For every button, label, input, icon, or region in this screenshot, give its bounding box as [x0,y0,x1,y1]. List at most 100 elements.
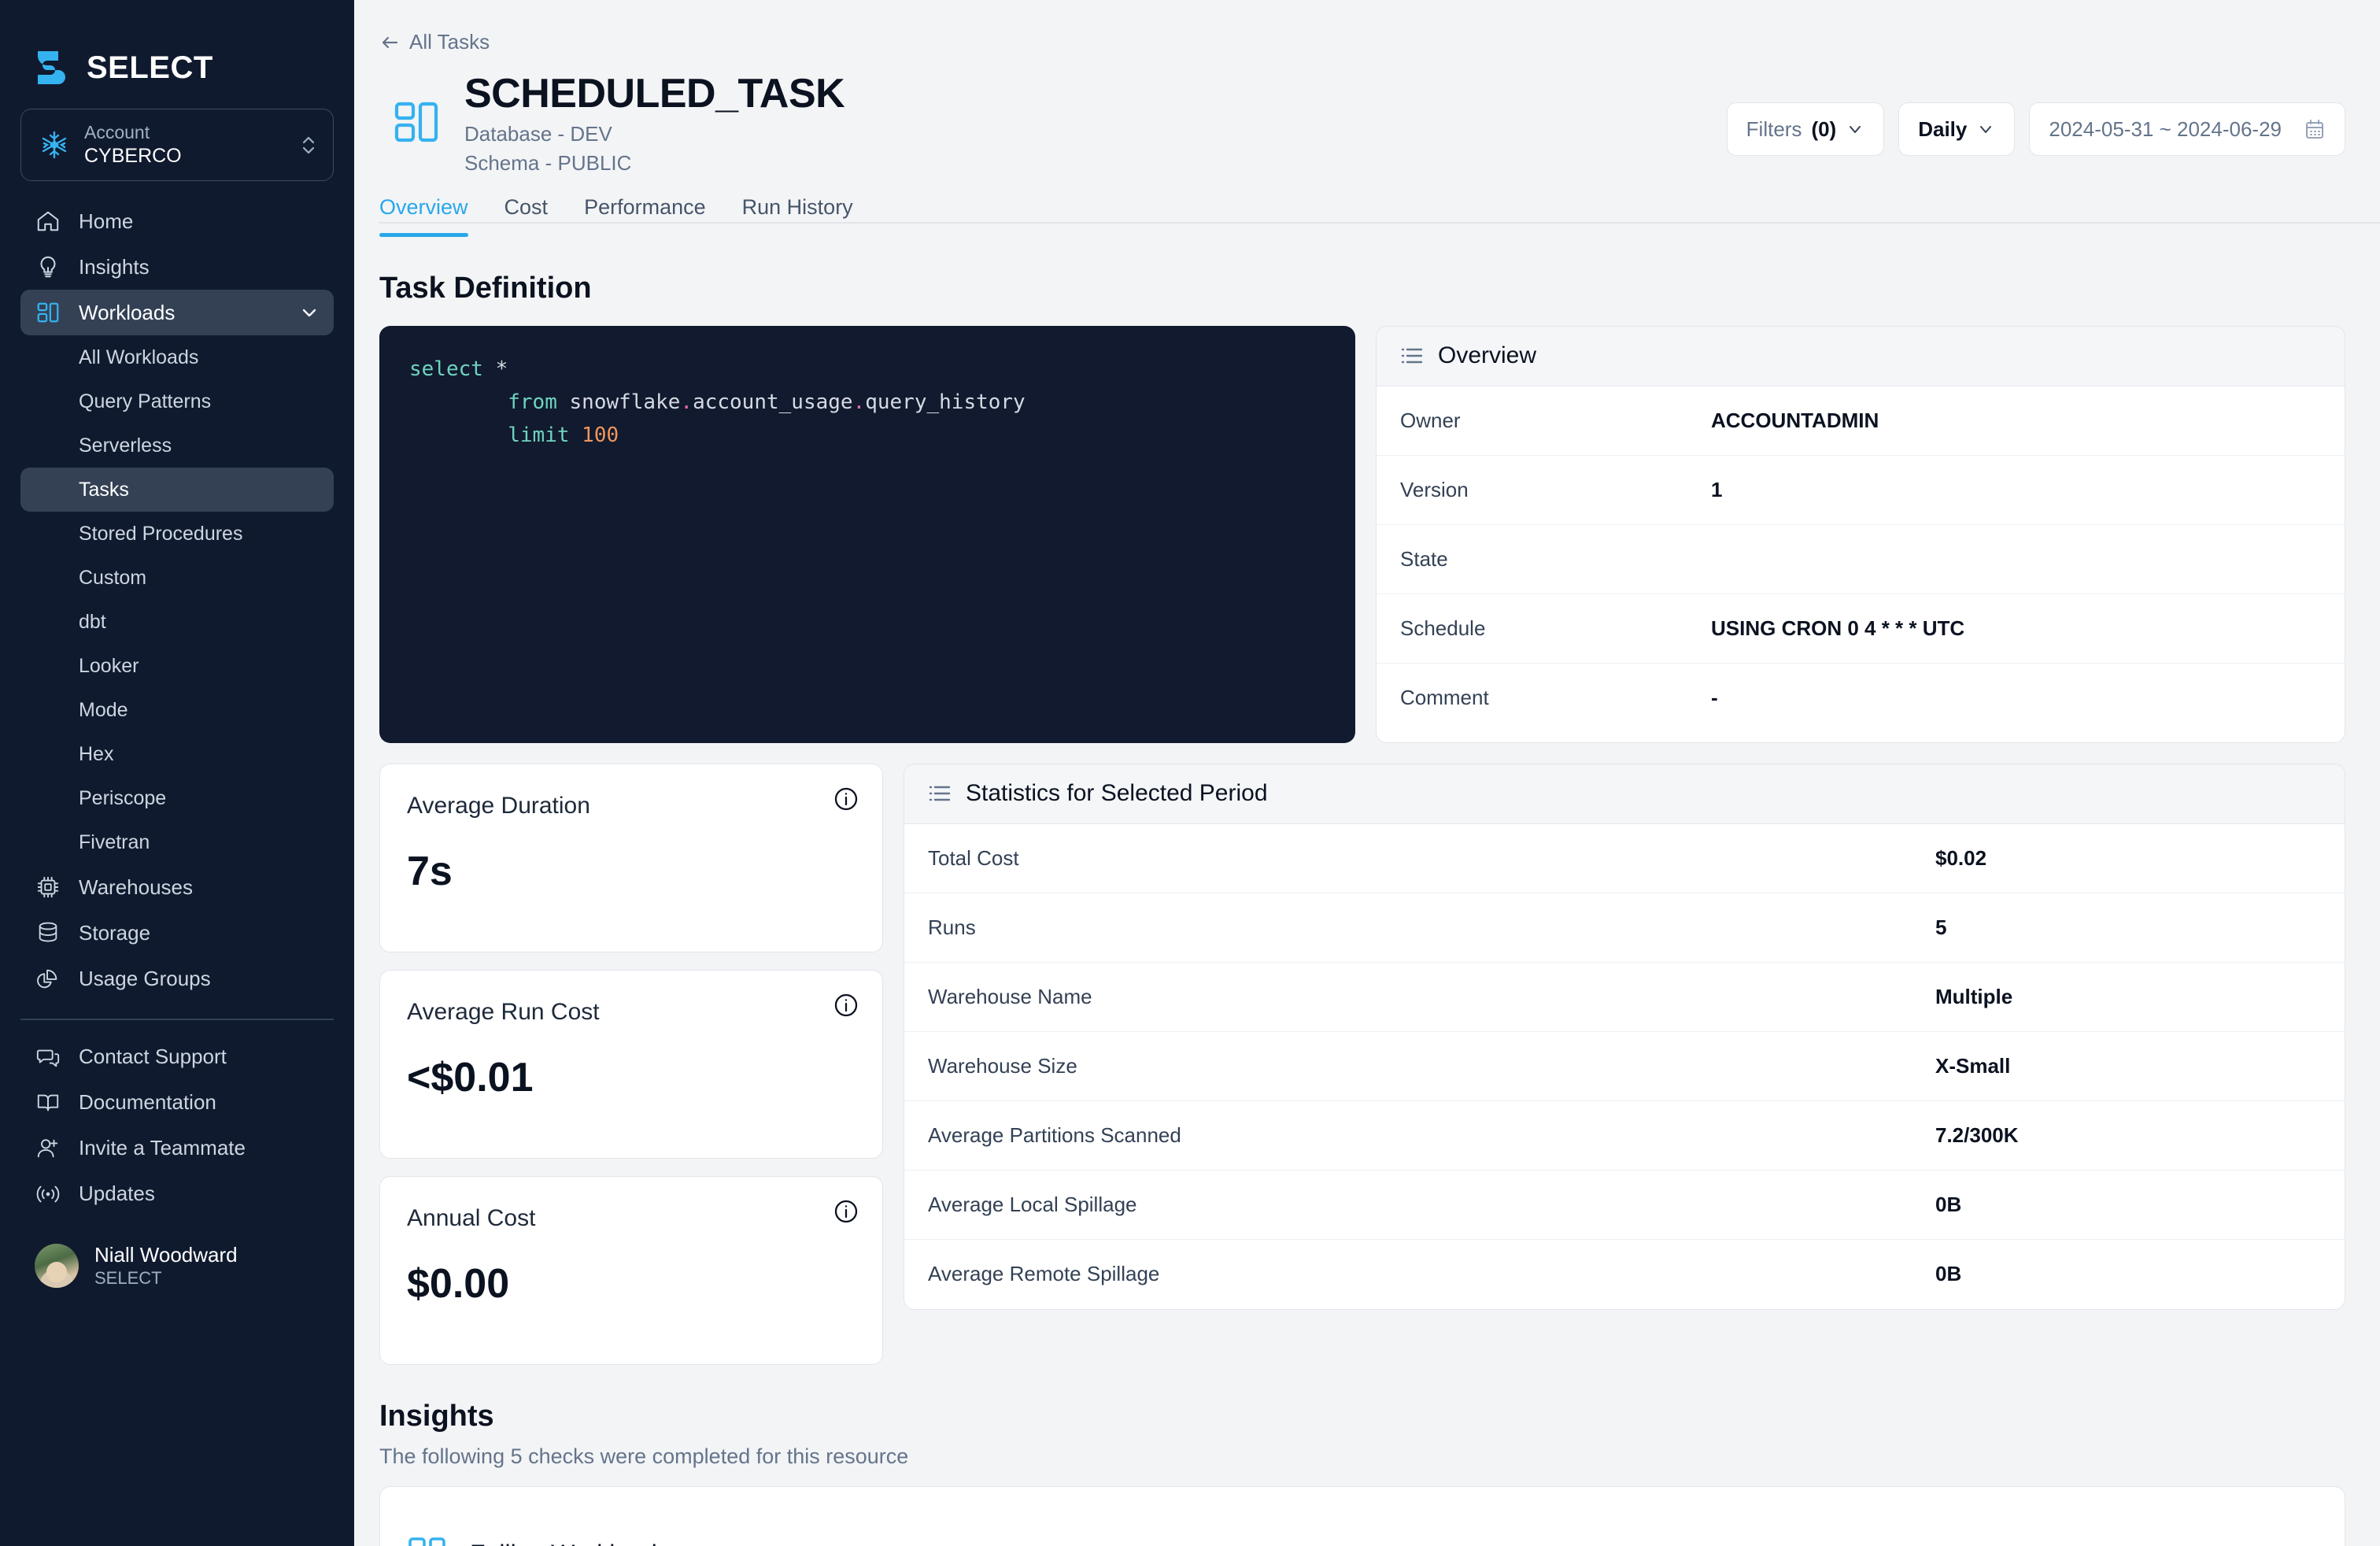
table-row: Average Partitions Scanned 7.2/300K [904,1101,2345,1171]
secondary-nav: Contact Support Documentation Invite a T… [0,1034,354,1217]
sidebar-item-usage-groups[interactable]: Usage Groups [20,956,334,1001]
table-row: Schedule USING CRON 0 4 * * * UTC [1377,594,2345,664]
table-row: Total Cost $0.02 [904,824,2345,893]
book-icon [35,1089,61,1116]
sidebar-item-hex[interactable]: Hex [20,732,334,776]
sidebar-item-workloads[interactable]: Workloads [20,290,334,335]
table-row: Runs 5 [904,893,2345,963]
sidebar-item-query-patterns[interactable]: Query Patterns [20,379,334,423]
sidebar-item-mode[interactable]: Mode [20,688,334,732]
sidebar-item-warehouses[interactable]: Warehouses [20,864,334,910]
main-content: All Tasks SCHEDULED_TASK Database - DEV … [354,0,2380,1546]
page-tabs: Overview Cost Performance Run History [379,195,2380,237]
sidebar-item-storage[interactable]: Storage [20,910,334,956]
database-line: Database - DEV [464,121,612,146]
sidebar-subitem-label: Hex [79,742,114,765]
brand-name: SELECT [87,50,213,85]
row-key: Version [1400,477,1469,501]
date-range-value: 2024-05-31 ~ 2024-06-29 [2049,117,2282,141]
brand-logo[interactable]: SELECT [0,0,354,102]
sidebar-item-looker[interactable]: Looker [20,644,334,688]
sql-db: snowflake [569,390,681,415]
sidebar-subitem-label: Custom [79,566,147,589]
sidebar-item-updates[interactable]: Updates [20,1171,334,1217]
sidebar-item-insights[interactable]: Insights [20,244,334,290]
tab-overview[interactable]: Overview [379,195,468,237]
insights-subtitle: The following 5 checks were completed fo… [379,1444,909,1468]
table-row: Warehouse Size X-Small [904,1032,2345,1101]
row-key: Warehouse Size [928,1053,1077,1078]
date-range-picker[interactable]: 2024-05-31 ~ 2024-06-29 [2029,102,2345,156]
chevron-down-icon[interactable] [299,302,320,323]
page-title: SCHEDULED_TASK [464,70,845,117]
sidebar-item-all-workloads[interactable]: All Workloads [20,335,334,379]
row-value: $0.02 [1935,845,1987,870]
info-icon[interactable] [833,786,859,812]
row-value: 0B [1935,1262,1962,1286]
info-icon[interactable] [833,1199,859,1224]
sidebar-item-periscope[interactable]: Periscope [20,776,334,820]
back-to-all-tasks-link[interactable]: All Tasks [379,30,490,54]
account-switcher[interactable]: Account CYBERCO [20,109,334,181]
sidebar-item-fivetran[interactable]: Fivetran [20,820,334,864]
definition-grid: select * from snowflake.account_usage.qu… [379,325,2345,743]
sidebar-item-contact-support[interactable]: Contact Support [20,1034,334,1080]
insight-card-title: Failing Workload [470,1540,657,1546]
sql-limit-value: 100 [582,423,619,448]
pie-chart-icon [35,965,61,992]
tab-cost[interactable]: Cost [504,195,549,237]
row-key: Warehouse Name [928,984,1092,1008]
back-link-label: All Tasks [409,30,490,54]
filters-dropdown[interactable]: Filters (0) [1726,102,1885,156]
user-profile[interactable]: Niall Woodward SELECT [20,1234,334,1297]
home-icon [35,208,61,235]
lightbulb-icon [35,253,61,280]
sidebar-item-tasks[interactable]: Tasks [20,468,334,512]
sidebar-item-serverless[interactable]: Serverless [20,423,334,468]
sql-keyword-select: select [409,357,483,381]
overview-panel: Overview Owner ACCOUNTADMIN Version 1 St… [1376,325,2345,743]
row-value: - [1711,686,1718,710]
sql-star: * [495,357,508,381]
sidebar-item-label: Workloads [79,300,176,324]
sidebar-item-stored-procedures[interactable]: Stored Procedures [20,512,334,556]
sidebar-item-documentation[interactable]: Documentation [20,1080,334,1126]
sql-dot: . [680,390,693,415]
sidebar-item-home[interactable]: Home [20,198,334,244]
row-value: 5 [1935,915,1947,939]
tab-run-history[interactable]: Run History [742,195,853,237]
row-key: State [1400,546,1448,571]
sidebar-item-custom[interactable]: Custom [20,556,334,600]
insight-card-failing-workload[interactable]: Failing Workload Passed [379,1485,2345,1546]
user-plus-icon [35,1135,61,1162]
tabs-underline-rule [379,222,2380,224]
app-root: SELECT Account CYBERCO Home Insights Wor… [0,0,2380,1546]
snowflake-icon [39,129,70,161]
overview-panel-title: Overview [1438,342,1537,369]
row-key: Comment [1400,686,1489,710]
sidebar-divider [20,1019,334,1020]
sidebar-subitem-label: Looker [79,654,139,677]
overview-panel-header: Overview [1377,326,2345,386]
granularity-dropdown[interactable]: Daily [1898,102,2016,156]
metric-label: Annual Cost [407,1204,536,1231]
account-label: Account [84,122,150,142]
sidebar-subitem-label: Periscope [79,786,167,809]
table-row: Owner ACCOUNTADMIN [1377,386,2345,456]
tab-performance[interactable]: Performance [584,195,706,237]
sidebar-item-label: Usage Groups [79,966,211,990]
row-value: 7.2/300K [1935,1123,2019,1147]
sidebar-item-dbt[interactable]: dbt [20,600,334,644]
task-definition-heading: Task Definition [379,271,592,305]
filters-count: (0) [1811,117,1837,141]
sidebar-item-label: Documentation [79,1090,216,1114]
metric-cards: Average Duration 7s Average Run Cost <$0… [379,763,883,1365]
row-value: 0B [1935,1192,1962,1216]
tab-label: Run History [741,194,853,219]
sidebar-subitem-label: Fivetran [79,830,150,853]
info-icon[interactable] [833,993,859,1018]
sidebar-item-invite-teammate[interactable]: Invite a Teammate [20,1126,334,1171]
sql-code-block[interactable]: select * from snowflake.account_usage.qu… [379,325,1355,743]
table-row: Warehouse Name Multiple [904,963,2345,1032]
statistics-panel-title: Statistics for Selected Period [966,780,1268,807]
